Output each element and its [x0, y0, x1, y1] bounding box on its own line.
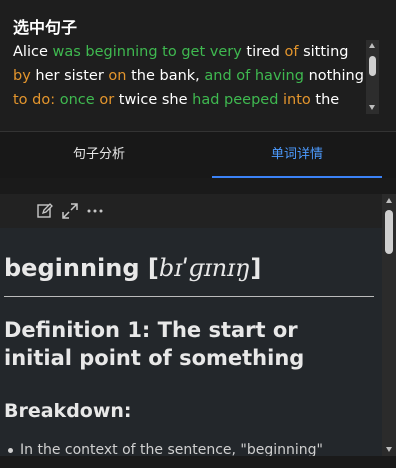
- selected-sentence-text: Alice was beginning to get very tired of…: [13, 40, 365, 116]
- scrollbar-thumb[interactable]: [385, 210, 393, 254]
- sentence-token[interactable]: was beginning to get very: [52, 44, 246, 60]
- sentence-token[interactable]: tired: [246, 44, 284, 60]
- scrollbar-thumb[interactable]: [369, 56, 376, 76]
- definition-heading: Definition 1: The start or initial point…: [4, 318, 305, 370]
- sentence-token[interactable]: had peeped: [192, 92, 283, 108]
- edit-icon[interactable]: [36, 202, 54, 220]
- detail-scrollbar[interactable]: [382, 194, 396, 456]
- ipa-text: bɪˈɡɪnɪŋ: [158, 254, 251, 282]
- sentence-token[interactable]: sitting: [303, 44, 348, 60]
- panel-toolbar: [0, 194, 382, 228]
- scroll-down-arrow-icon[interactable]: [386, 447, 392, 452]
- sentence-token[interactable]: twice she: [119, 92, 192, 108]
- ipa-bracket-open: [: [147, 254, 159, 282]
- sentence-token[interactable]: of: [285, 44, 304, 60]
- scroll-up-arrow-icon[interactable]: [369, 43, 375, 48]
- scroll-up-arrow-icon[interactable]: [386, 198, 392, 203]
- sentence-scrollbar[interactable]: [366, 40, 379, 114]
- sentence-token[interactable]: on: [108, 68, 131, 84]
- sentence-token[interactable]: once: [60, 92, 100, 108]
- word-text: beginning: [4, 254, 140, 282]
- sentence-token[interactable]: by: [13, 68, 35, 84]
- bullet-text: In the context of the sentence, "beginni…: [20, 442, 323, 456]
- selected-sentence-section: 选中句子 Alice was beginning to get very tir…: [0, 0, 396, 132]
- sentence-token[interactable]: Alice: [13, 44, 52, 60]
- bullet-icon: [8, 448, 13, 453]
- scroll-down-arrow-icon[interactable]: [369, 105, 375, 110]
- tab-sentence-analysis[interactable]: 句子分析: [0, 132, 198, 178]
- ipa-bracket-close: ]: [250, 254, 262, 282]
- breakdown-heading: Breakdown:: [4, 400, 132, 422]
- heading-rule: [4, 296, 374, 297]
- sentence-token[interactable]: or: [99, 92, 118, 108]
- word-heading: beginning [bɪˈɡɪnɪŋ]: [4, 254, 261, 282]
- tab-word-details[interactable]: 单词详情: [198, 132, 396, 178]
- word-detail-content: beginning [bɪˈɡɪnɪŋ] Definition 1: The s…: [0, 228, 382, 456]
- more-icon[interactable]: [86, 202, 104, 220]
- bottom-bar: [0, 456, 396, 468]
- selected-sentence-title: 选中句子: [13, 18, 78, 37]
- word-detail-panel: beginning [bɪˈɡɪnɪŋ] Definition 1: The s…: [0, 194, 382, 456]
- expand-icon[interactable]: [61, 202, 79, 220]
- sentence-token[interactable]: to do:: [13, 92, 60, 108]
- tab-bar: 句子分析 单词详情: [0, 132, 396, 178]
- sentence-token[interactable]: the bank,: [131, 68, 204, 84]
- sentence-token[interactable]: nothing: [309, 68, 364, 84]
- sentence-token[interactable]: and of having: [204, 68, 308, 84]
- sentence-token[interactable]: her sister: [35, 68, 108, 84]
- spacer: [0, 178, 396, 194]
- sentence-token[interactable]: into: [283, 92, 315, 108]
